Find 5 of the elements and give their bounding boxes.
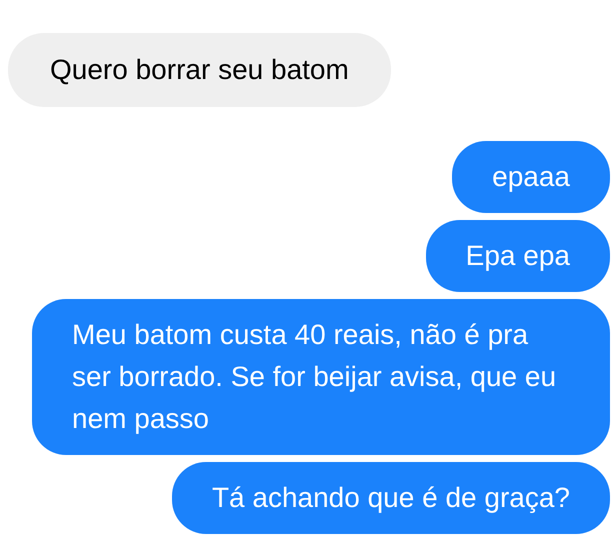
sent-message-bubble: epaaa [452,141,610,213]
sent-message-bubble: Tá achando que é de graça? [172,462,610,534]
sent-message-bubble: Epa epa [426,220,610,292]
sent-message-bubble: Meu batom custa 40 reais, não é pra ser borrado. Se for beijar avisa, que eu nem passo [32,299,610,455]
received-message-bubble: Quero borrar seu batom [8,33,391,107]
